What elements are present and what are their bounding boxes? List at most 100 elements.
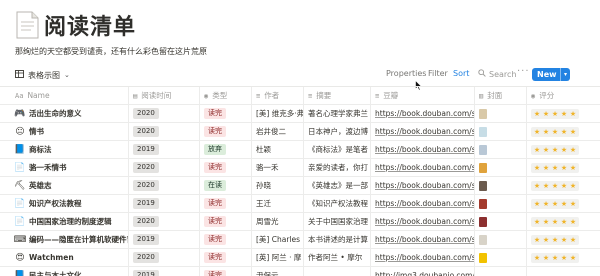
book-name[interactable]: 中国国家治理的制度逻辑: [29, 216, 112, 227]
douban-link[interactable]: https://book.douban.com/sub: [375, 163, 474, 172]
cover-thumbnail[interactable]: [479, 144, 487, 155]
type-cell[interactable]: 读完: [199, 249, 251, 266]
summary-cell[interactable]: 日本神户，渡边博: [303, 123, 370, 140]
type-cell[interactable]: 读完: [199, 213, 251, 230]
author-cell[interactable]: 孙晓: [251, 177, 303, 194]
cover-cell[interactable]: [474, 123, 526, 140]
book-name[interactable]: 活出生命的意义: [29, 108, 82, 119]
column-header-type[interactable]: ◉ 类型: [199, 87, 251, 104]
filter-button[interactable]: Filter: [428, 69, 448, 78]
column-header-rating[interactable]: ◉ 评分: [526, 87, 600, 104]
type-cell[interactable]: 放弃: [199, 141, 251, 158]
cover-cell[interactable]: [474, 177, 526, 194]
column-header-douban[interactable]: ≡ 豆瓣: [370, 87, 474, 104]
name-cell[interactable]: 🎮 活出生命的意义: [0, 105, 128, 122]
table-row[interactable]: 🎮 活出生命的意义 2020 读完 [美] 维克多·弗 著名心理学家弗兰 https://b…: [0, 104, 600, 122]
rating-cell[interactable]: ★ ★ ★ ★ ★: [526, 141, 600, 158]
rating-cell[interactable]: ★ ★ ★ ★ ★: [526, 123, 600, 140]
douban-link[interactable]: https://book.douban.com/sub: [375, 235, 474, 244]
column-header-time[interactable]: ▤ 阅读时间: [128, 87, 199, 104]
rating-cell[interactable]: ★ ★ ★ ★ ★: [526, 195, 600, 212]
cover-cell[interactable]: [474, 105, 526, 122]
cover-thumbnail[interactable]: [479, 126, 487, 137]
cover-thumbnail[interactable]: [479, 180, 487, 191]
table-row[interactable]: 📄 骆一禾情书 2020 读完 骆一禾 亲爱的读者，你打 https://book.doub…: [0, 158, 600, 176]
summary-cell[interactable]: 作者阿兰 • 摩尔: [303, 249, 370, 266]
rating-cell[interactable]: ★ ★ ★ ★ ★: [526, 159, 600, 176]
read-time-cell[interactable]: 2020: [128, 159, 199, 176]
book-name[interactable]: 英雄志: [29, 180, 52, 191]
rating-cell[interactable]: ★ ★ ★ ★ ★: [526, 177, 600, 194]
douban-link[interactable]: https://book.douban.com/sub: [375, 145, 474, 154]
type-cell[interactable]: 读完: [199, 195, 251, 212]
name-cell[interactable]: 📘 民主与本土文化: [0, 267, 128, 276]
sort-button[interactable]: Sort: [453, 69, 469, 78]
douban-cell[interactable]: https://book.douban.com/sub: [370, 213, 474, 230]
column-header-author[interactable]: ≡ 作者: [251, 87, 303, 104]
author-cell[interactable]: [英] 阿兰 · 摩: [251, 249, 303, 266]
new-button[interactable]: New ▾: [532, 68, 570, 81]
douban-cell[interactable]: https://book.douban.com/sub: [370, 159, 474, 176]
type-cell[interactable]: 读完: [199, 267, 251, 276]
table-row[interactable]: 📄 知识产权法教程 2019 读完 王迁 《知识产权法教程 https://book.dou…: [0, 194, 600, 212]
book-name[interactable]: 知识产权法教程: [29, 198, 82, 209]
type-cell[interactable]: 读完: [199, 123, 251, 140]
book-name[interactable]: 民主与本土文化: [29, 270, 82, 276]
name-cell[interactable]: 😍 Watchmen: [0, 249, 128, 266]
douban-cell[interactable]: http://img3.doubanio.com/vie: [370, 267, 474, 276]
book-name[interactable]: 编码——隐匿在计算机软硬件背: [29, 234, 128, 245]
author-cell[interactable]: 岩井俊二: [251, 123, 303, 140]
douban-link[interactable]: https://book.douban.com/sub: [375, 199, 474, 208]
view-switcher[interactable]: 表格示图 ⌄: [15, 68, 70, 82]
summary-cell[interactable]: 本书讲述的是计算: [303, 231, 370, 248]
book-name[interactable]: 情书: [29, 126, 44, 137]
douban-link[interactable]: https://book.douban.com/sub: [375, 127, 474, 136]
cover-cell[interactable]: [474, 267, 526, 276]
read-time-cell[interactable]: 2019: [128, 267, 199, 276]
cover-cell[interactable]: [474, 195, 526, 212]
table-row[interactable]: 😍 Watchmen 2020 读完 [英] 阿兰 · 摩作者阿兰 • 摩尔 https:…: [0, 248, 600, 266]
name-cell[interactable]: ⌨ 编码——隐匿在计算机软硬件背: [0, 231, 129, 248]
douban-cell[interactable]: https://book.douban.com/sub: [370, 123, 474, 140]
cover-cell[interactable]: [474, 159, 526, 176]
column-header-cover[interactable]: ▥ 封面: [474, 87, 526, 104]
table-row[interactable]: ⌨编码——隐匿在计算机软硬件背 2019 读完 [美] Charles Pe 本书讲述的…: [0, 230, 600, 248]
column-header-name[interactable]: Aa Name: [0, 87, 128, 104]
column-header-summary[interactable]: ≡ 摘要: [303, 87, 370, 104]
summary-cell[interactable]: 著名心理学家弗兰: [303, 105, 370, 122]
name-cell[interactable]: 📄 骆一禾情书: [0, 159, 128, 176]
cover-thumbnail[interactable]: [479, 108, 487, 119]
summary-cell[interactable]: 《英雄志》是一部: [303, 177, 370, 194]
name-cell[interactable]: 📘 商标法: [0, 141, 128, 158]
cover-thumbnail[interactable]: [479, 252, 487, 263]
search-button[interactable]: Search: [478, 69, 516, 79]
read-time-cell[interactable]: 2020: [128, 123, 199, 140]
read-time-cell[interactable]: 2020: [128, 213, 199, 230]
douban-link[interactable]: https://book.douban.com/sub: [375, 217, 474, 226]
summary-cell[interactable]: 关于中国国家治理: [303, 213, 370, 230]
cover-cell[interactable]: [474, 141, 526, 158]
douban-link[interactable]: https://book.douban.com/sub: [375, 253, 474, 262]
type-cell[interactable]: 在读: [199, 177, 251, 194]
page-description[interactable]: 那绚烂的天空都受到谴责，还有什么彩色留在这片荒原: [15, 46, 207, 57]
summary-cell[interactable]: 《知识产权法教程: [303, 195, 370, 212]
name-cell[interactable]: ⛏ 英雄志: [0, 177, 128, 194]
cover-thumbnail[interactable]: [479, 162, 487, 173]
douban-cell[interactable]: https://book.douban.com/sub: [370, 141, 474, 158]
rating-cell[interactable]: ★ ★ ★ ★ ★: [526, 249, 600, 266]
notebook-icon[interactable]: [14, 10, 40, 40]
read-time-cell[interactable]: 2019: [128, 195, 199, 212]
read-time-cell[interactable]: 2020: [128, 105, 199, 122]
more-options-icon[interactable]: ···: [517, 66, 530, 77]
author-cell[interactable]: 杜颖: [251, 141, 303, 158]
cover-cell[interactable]: [474, 249, 526, 266]
table-row[interactable]: 📘 商标法 2019 放弃 杜颖 《商标法》是笔者 https://book.douban.…: [0, 140, 600, 158]
cover-cell[interactable]: [474, 231, 526, 248]
book-name[interactable]: 商标法: [29, 144, 52, 155]
table-row[interactable]: 📄 中国国家治理的制度逻辑 2020 读完 周雪光 关于中国国家治理 https://boo…: [0, 212, 600, 230]
author-cell[interactable]: 王迁: [251, 195, 303, 212]
rating-cell[interactable]: ★ ★ ★ ★ ★: [526, 213, 600, 230]
douban-cell[interactable]: https://book.douban.com/sub: [370, 105, 474, 122]
type-cell[interactable]: 读完: [199, 105, 251, 122]
read-time-cell[interactable]: 2019: [128, 231, 199, 248]
